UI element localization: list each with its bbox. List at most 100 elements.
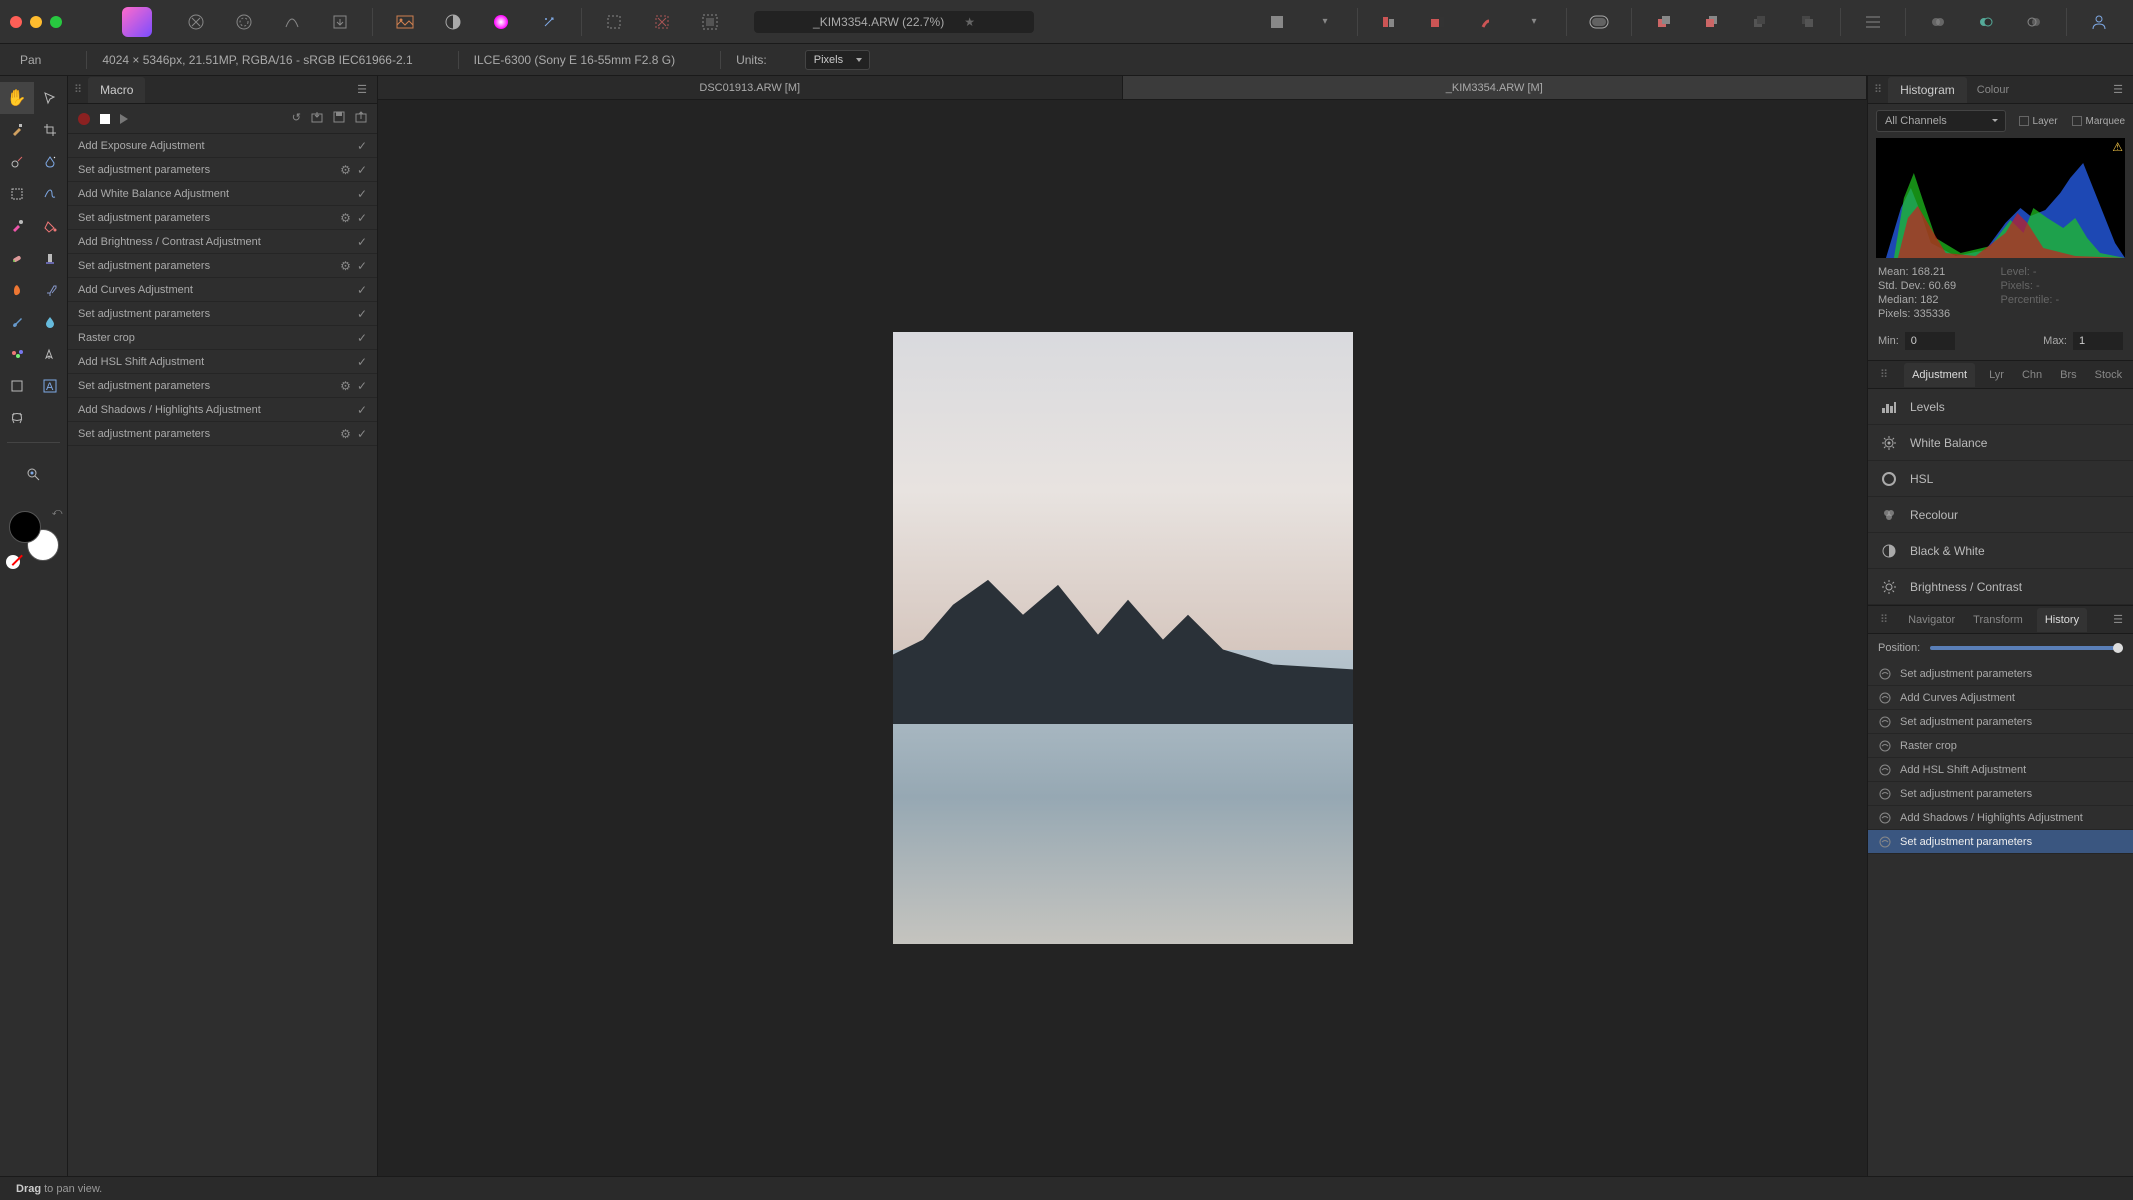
op-add-icon[interactable] [1926, 10, 1950, 34]
gear-icon[interactable]: ⚙ [340, 427, 351, 441]
history-item[interactable]: Set adjustment parameters [1868, 782, 2133, 806]
tab-stock[interactable]: Stock [2091, 363, 2127, 387]
check-icon[interactable]: ✓ [357, 187, 367, 201]
gear-icon[interactable]: ⚙ [340, 163, 351, 177]
macro-step[interactable]: Add Curves Adjustment✓ [68, 278, 377, 302]
tab-navigator[interactable]: Navigator [1904, 608, 1959, 632]
text-tool[interactable]: A [34, 370, 68, 402]
adjustment-item[interactable]: Brightness / Contrast [1868, 569, 2133, 605]
swatch-button[interactable] [1265, 10, 1289, 34]
macro-step[interactable]: Add Exposure Adjustment✓ [68, 134, 377, 158]
macro-step[interactable]: Add HSL Shift Adjustment✓ [68, 350, 377, 374]
history-item[interactable]: Set adjustment parameters [1868, 710, 2133, 734]
mask-icon[interactable] [441, 10, 465, 34]
document-tab[interactable]: _KIM3354.ARW [M] [1123, 76, 1868, 99]
check-icon[interactable]: ✓ [357, 211, 367, 225]
brush-tool[interactable] [0, 306, 34, 338]
check-icon[interactable]: ✓ [357, 139, 367, 153]
history-item[interactable]: Add HSL Shift Adjustment [1868, 758, 2133, 782]
mesh-tool[interactable] [0, 402, 34, 434]
macro-step[interactable]: Add Brightness / Contrast Adjustment✓ [68, 230, 377, 254]
adjustment-item[interactable]: Levels [1868, 389, 2133, 425]
adjustment-item[interactable]: Recolour [1868, 497, 2133, 533]
maximize-window-button[interactable] [50, 16, 62, 28]
persona-export-icon[interactable] [328, 10, 352, 34]
panel-grip-icon[interactable]: ⠿ [1868, 83, 1888, 96]
panel-menu-icon[interactable]: ☰ [2109, 79, 2127, 100]
color-picker-tool[interactable] [0, 114, 34, 146]
persona-develop-icon[interactable] [280, 10, 304, 34]
tab-lyr[interactable]: Lyr [1985, 363, 2008, 387]
adjustment-item[interactable]: White Balance [1868, 425, 2133, 461]
select-all-icon[interactable] [698, 10, 722, 34]
macro-step[interactable]: Set adjustment parameters⚙✓ [68, 158, 377, 182]
macro-step[interactable]: Set adjustment parameters✓ [68, 302, 377, 326]
minimize-window-button[interactable] [30, 16, 42, 28]
gear-icon[interactable]: ⚙ [340, 211, 351, 225]
account-icon[interactable] [2087, 10, 2111, 34]
auto-icon[interactable] [537, 10, 561, 34]
record-button[interactable] [78, 113, 90, 125]
op-sub-icon[interactable] [1974, 10, 1998, 34]
persona-photo-icon[interactable] [184, 10, 208, 34]
freehand-tool[interactable] [34, 178, 68, 210]
color-swatches[interactable]: ⤺ [9, 511, 59, 561]
zoom-tool[interactable] [17, 459, 51, 491]
op-intersect-icon[interactable] [2022, 10, 2046, 34]
history-item[interactable]: Set adjustment parameters [1868, 830, 2133, 854]
units-select[interactable]: Pixels [805, 50, 870, 70]
check-icon[interactable]: ✓ [357, 307, 367, 321]
align-2-icon[interactable] [1426, 10, 1450, 34]
macro-step[interactable]: Set adjustment parameters⚙✓ [68, 374, 377, 398]
layer-checkbox[interactable]: Layer [2019, 116, 2058, 127]
list-icon[interactable] [1861, 10, 1885, 34]
marquee-checkbox[interactable]: Marquee [2072, 116, 2125, 127]
panel-grip-icon[interactable]: ⠿ [68, 83, 88, 96]
quick-mask-icon[interactable] [1587, 10, 1611, 34]
heal-tool[interactable] [0, 242, 34, 274]
save-icon[interactable] [333, 111, 345, 126]
image-icon[interactable] [393, 10, 417, 34]
paint-tool[interactable] [0, 210, 34, 242]
check-icon[interactable]: ✓ [357, 283, 367, 297]
check-icon[interactable]: ✓ [357, 427, 367, 441]
fill-tool[interactable] [34, 210, 68, 242]
macro-step[interactable]: Add White Balance Adjustment✓ [68, 182, 377, 206]
panel-grip-icon[interactable]: ⠿ [1874, 368, 1894, 381]
tab-transform[interactable]: Transform [1969, 608, 2027, 632]
min-input[interactable] [1905, 332, 1955, 350]
marquee-tool[interactable] [0, 178, 34, 210]
macro-step[interactable]: Add Shadows / Highlights Adjustment✓ [68, 398, 377, 422]
tab-chn[interactable]: Chn [2018, 363, 2046, 387]
panel-grip-icon[interactable]: ⠿ [1874, 613, 1894, 626]
macro-step[interactable]: Set adjustment parameters⚙✓ [68, 254, 377, 278]
pan-tool[interactable]: ✋ [0, 82, 34, 114]
history-item[interactable]: Raster crop [1868, 734, 2133, 758]
tab-brs[interactable]: Brs [2056, 363, 2081, 387]
gear-icon[interactable]: ⚙ [340, 379, 351, 393]
clone-tool[interactable] [34, 242, 68, 274]
selection-brush-tool[interactable] [0, 146, 34, 178]
shape-tool[interactable] [0, 370, 34, 402]
persona-liquify-icon[interactable] [232, 10, 256, 34]
adjustment-item[interactable]: Black & White [1868, 533, 2133, 569]
panel-menu-icon[interactable]: ☰ [353, 79, 371, 100]
export-icon[interactable] [355, 111, 367, 126]
crop-tool[interactable] [34, 114, 68, 146]
blur-tool[interactable] [34, 306, 68, 338]
history-item[interactable]: Set adjustment parameters [1868, 662, 2133, 686]
filename-field[interactable]: _KIM3354.ARW (22.7%)★ [754, 11, 1034, 33]
move-tool[interactable] [34, 82, 68, 114]
tab-histogram[interactable]: Histogram [1888, 77, 1967, 103]
dropdown-2-icon[interactable]: ▾ [1522, 10, 1546, 34]
dodge-tool[interactable] [34, 274, 68, 306]
check-icon[interactable]: ✓ [357, 355, 367, 369]
flood-select-tool[interactable] [34, 146, 68, 178]
tab-adjustment[interactable]: Adjustment [1904, 363, 1975, 387]
arrange-forward-icon[interactable] [1700, 10, 1724, 34]
macro-step[interactable]: Raster crop✓ [68, 326, 377, 350]
tab-macro[interactable]: Macro [88, 77, 145, 103]
check-icon[interactable]: ✓ [357, 379, 367, 393]
tab-history[interactable]: History [2037, 608, 2087, 632]
deselect-icon[interactable] [650, 10, 674, 34]
